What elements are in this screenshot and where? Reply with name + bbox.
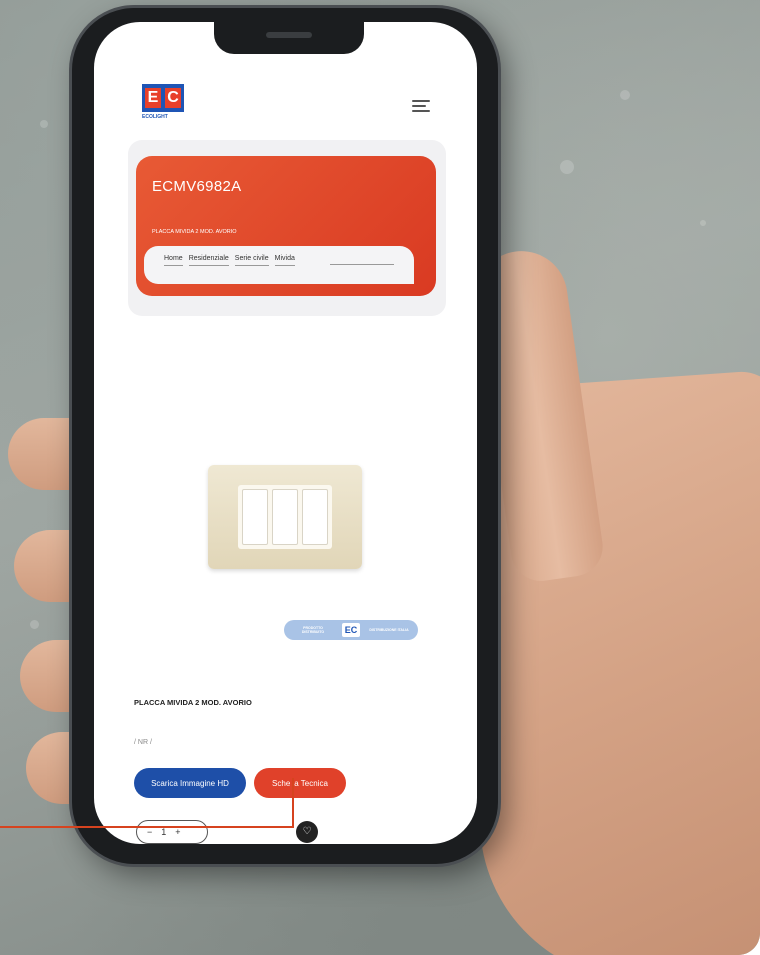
badge-right-text: DISTRIBUZIONE ITALIA — [369, 628, 409, 632]
product-hero-card: ECMV6982A PLACCA MIVIDA 2 MOD. AVORIO Ho… — [128, 140, 446, 316]
quantity-stepper[interactable]: − 1 + — [136, 820, 208, 844]
quantity-value: 1 — [161, 827, 167, 837]
badge-logo: EC — [342, 623, 360, 637]
brand-logo[interactable]: E C ECOLIGHT — [142, 84, 186, 120]
logo-subtitle: ECOLIGHT — [142, 114, 168, 120]
phone-notch — [214, 22, 364, 54]
product-code-title: ECMV6982A — [152, 178, 242, 195]
switch-rocker — [302, 489, 328, 545]
phone-screen: E C ECOLIGHT ECMV6982A PLACCA MIVIDA 2 M… — [94, 22, 477, 844]
quantity-increase[interactable]: + — [175, 820, 180, 844]
breadcrumb-home[interactable]: Home — [164, 254, 183, 266]
speaker-grille — [266, 32, 312, 38]
breadcrumb: Home Residenziale Serie civile Mivida — [144, 246, 414, 284]
product-image — [208, 465, 362, 569]
callout-line — [0, 826, 294, 828]
breadcrumb-residenziale[interactable]: Residenziale — [188, 254, 229, 266]
callout-line-vertical — [292, 778, 294, 828]
product-description: PLACCA MIVIDA 2 MOD. AVORIO — [152, 229, 237, 235]
menu-icon[interactable] — [412, 100, 430, 114]
quantity-decrease[interactable]: − — [147, 820, 152, 844]
distribution-badge: PRODOTTO DISTRIBUITO EC DISTRIBUZIONE IT… — [284, 620, 418, 640]
breadcrumb-divider — [330, 264, 394, 265]
phone-frame: E C ECOLIGHT ECMV6982A PLACCA MIVIDA 2 M… — [72, 8, 498, 864]
switch-rocker — [272, 489, 298, 545]
tech-sheet-button[interactable]: Sche la Tecnica — [254, 768, 346, 798]
product-name: PLACCA MIVIDA 2 MOD. AVORIO — [134, 698, 252, 707]
breadcrumb-mivida[interactable]: Mivida — [274, 254, 295, 266]
switch-rocker — [242, 489, 268, 545]
breadcrumb-serie-civile[interactable]: Serie civile — [234, 254, 269, 266]
heart-icon[interactable]: ♡ — [296, 821, 318, 843]
download-image-button[interactable]: Scarica Immagine HD — [134, 768, 246, 798]
badge-left-text: PRODOTTO DISTRIBUITO — [301, 626, 325, 634]
product-unit: / NR / — [134, 739, 152, 746]
